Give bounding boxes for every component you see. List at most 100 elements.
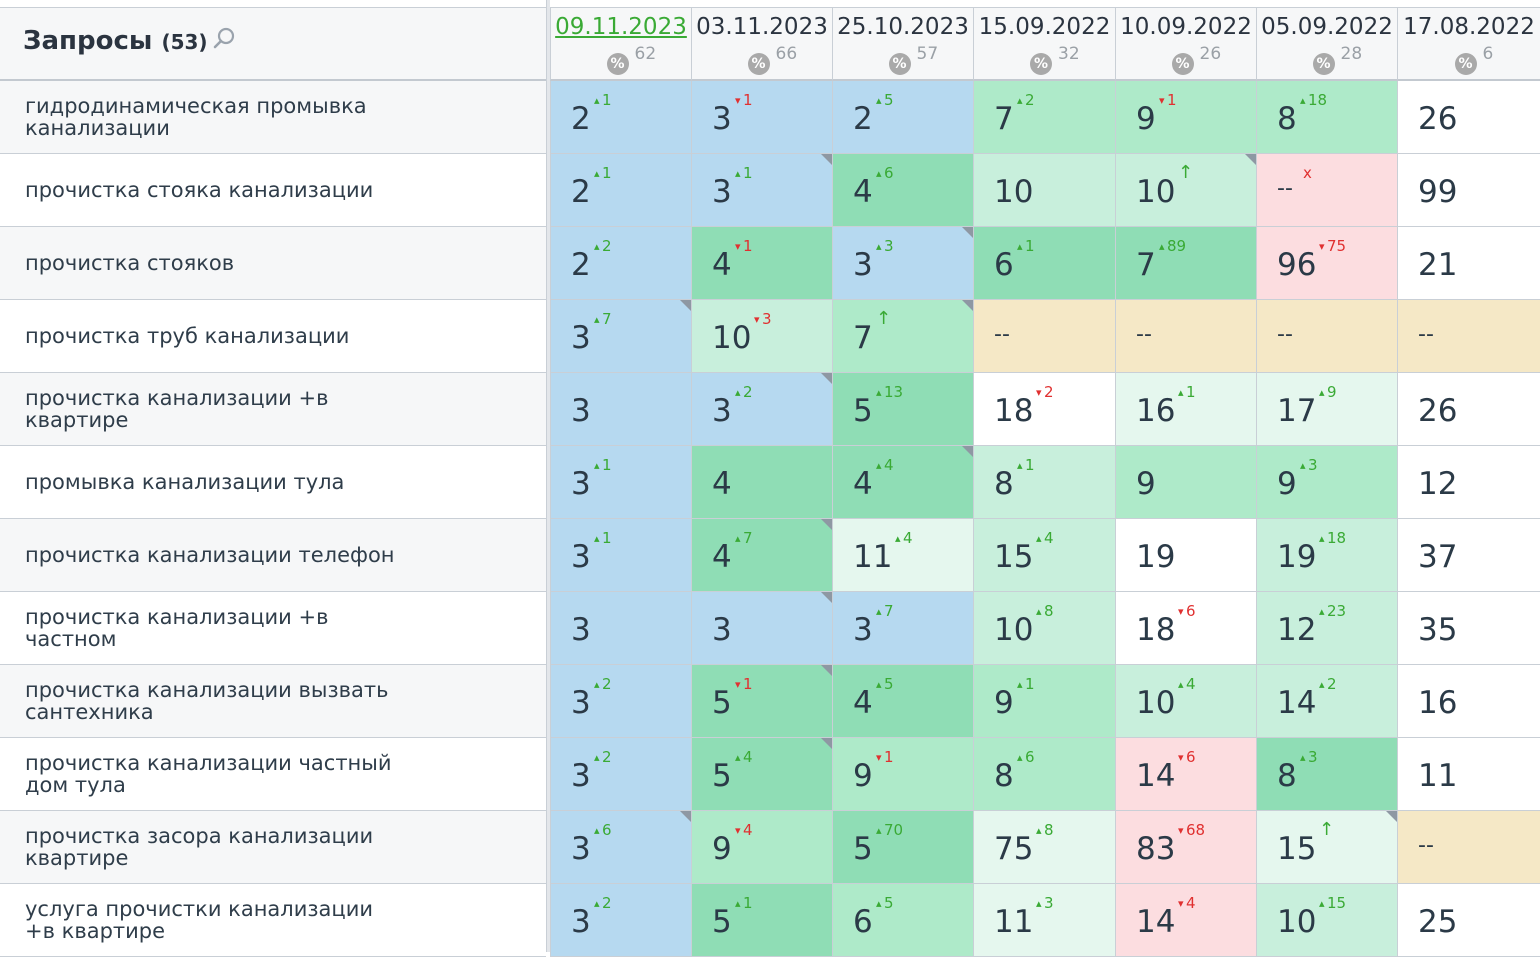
query-row[interactable]: прочистка засора канализации квартире [0, 811, 546, 884]
note-corner-icon[interactable] [962, 446, 973, 457]
query-row[interactable]: гидродинамическая промывка канализации [0, 81, 546, 154]
position-cell[interactable]: 4 ▴ 4 [832, 446, 973, 519]
note-corner-icon[interactable] [821, 738, 832, 749]
position-cell[interactable]: 18 ▾ 6 [1115, 592, 1256, 665]
note-corner-icon[interactable] [1245, 154, 1256, 165]
query-row[interactable]: прочистка канализации +в квартире [0, 373, 546, 446]
note-corner-icon[interactable] [680, 811, 691, 822]
position-cell[interactable]: 3 ▴ 1 [550, 519, 691, 592]
date-label[interactable]: 05.09.2022 [1257, 14, 1397, 40]
note-corner-icon[interactable] [680, 300, 691, 311]
position-cell[interactable]: 15 ▴ 4 [973, 519, 1115, 592]
position-cell[interactable]: 3 ▴ 7 [832, 592, 973, 665]
position-cell[interactable]: 3 ▴ 3 [832, 227, 973, 300]
position-cell[interactable]: -- [1115, 300, 1256, 373]
position-cell[interactable]: 10 ↑ [1115, 154, 1256, 227]
position-cell[interactable]: 3 [550, 592, 691, 665]
position-cell[interactable]: 3 ▴ 6 [550, 811, 691, 884]
position-cell[interactable]: 19 ▴ 18 [1256, 519, 1397, 592]
position-cell[interactable]: 4 ▴ 6 [832, 154, 973, 227]
position-cell[interactable]: 11 [1397, 738, 1540, 811]
percent-icon[interactable]: % [1030, 53, 1052, 75]
position-cell[interactable]: 26 [1397, 81, 1540, 154]
position-cell[interactable]: 11 ▴ 4 [832, 519, 973, 592]
position-cell[interactable]: 26 [1397, 373, 1540, 446]
date-label[interactable]: 10.09.2022 [1116, 14, 1256, 40]
position-cell[interactable]: 10 ▴ 15 [1256, 884, 1397, 957]
position-cell[interactable]: 21 [1397, 227, 1540, 300]
query-row[interactable]: промывка канализации тула [0, 446, 546, 519]
position-cell[interactable]: 75 ▴ 8 [973, 811, 1115, 884]
percent-icon[interactable]: % [1454, 53, 1477, 75]
position-cell[interactable]: 4 ▾ 1 [691, 227, 832, 300]
position-cell[interactable]: 2 ▴ 2 [550, 227, 691, 300]
position-cell[interactable]: 5 ▴ 70 [832, 811, 973, 884]
note-corner-icon[interactable] [821, 154, 832, 165]
position-cell[interactable]: 9 ▴ 3 [1256, 446, 1397, 519]
position-cell[interactable]: 3 ▴ 2 [550, 665, 691, 738]
position-cell[interactable]: 2 ▴ 5 [832, 81, 973, 154]
position-cell[interactable]: 8 ▴ 6 [973, 738, 1115, 811]
position-cell[interactable]: 25 [1397, 884, 1540, 957]
percent-icon[interactable]: % [1171, 53, 1194, 75]
position-cell[interactable]: 19 [1115, 519, 1256, 592]
position-cell[interactable]: 7 ↑ [832, 300, 973, 373]
position-cell[interactable]: 96 ▾ 75 [1256, 227, 1397, 300]
note-corner-icon[interactable] [821, 665, 832, 676]
position-cell[interactable]: 14 ▴ 2 [1256, 665, 1397, 738]
position-cell[interactable]: 14 ▾ 6 [1115, 738, 1256, 811]
position-cell[interactable]: 7 ▴ 89 [1115, 227, 1256, 300]
position-cell[interactable]: 3 ▴ 2 [550, 884, 691, 957]
position-cell[interactable]: 8 ▴ 18 [1256, 81, 1397, 154]
position-cell[interactable]: 8 ▴ 1 [973, 446, 1115, 519]
position-cell[interactable]: 2 ▴ 1 [550, 81, 691, 154]
note-corner-icon[interactable] [962, 300, 973, 311]
position-cell[interactable]: -- [1397, 811, 1540, 884]
position-cell[interactable]: 37 [1397, 519, 1540, 592]
query-row[interactable]: прочистка канализации вызвать сантехника [0, 665, 546, 738]
position-cell[interactable]: 3 ▴ 2 [550, 738, 691, 811]
query-row[interactable]: прочистка канализации телефон [0, 519, 546, 592]
position-cell[interactable]: 83 ▾ 68 [1115, 811, 1256, 884]
position-cell[interactable]: 3 ▴ 1 [550, 446, 691, 519]
date-label[interactable]: 09.11.2023 [551, 14, 691, 40]
position-cell[interactable]: 10 ▴ 4 [1115, 665, 1256, 738]
position-cell[interactable]: 11 ▴ 3 [973, 884, 1115, 957]
percent-icon[interactable]: % [606, 53, 629, 75]
position-cell[interactable]: -- [1397, 300, 1540, 373]
query-row[interactable]: прочистка канализации +в частном [0, 592, 546, 665]
note-corner-icon[interactable] [821, 519, 832, 530]
percent-icon[interactable]: % [1312, 53, 1335, 75]
note-corner-icon[interactable] [821, 592, 832, 603]
position-cell[interactable]: 18 ▾ 2 [973, 373, 1115, 446]
position-cell[interactable]: 8 ▴ 3 [1256, 738, 1397, 811]
query-row[interactable]: прочистка канализации частный дом тула [0, 738, 546, 811]
position-cell[interactable]: 9 ▴ 1 [973, 665, 1115, 738]
date-label[interactable]: 03.11.2023 [692, 14, 832, 40]
position-cell[interactable]: 17 ▴ 9 [1256, 373, 1397, 446]
position-cell[interactable]: 14 ▾ 4 [1115, 884, 1256, 957]
position-cell[interactable]: 15 ↑ [1256, 811, 1397, 884]
position-cell[interactable]: 3 ▴ 7 [550, 300, 691, 373]
position-cell[interactable]: 5 ▴ 4 [691, 738, 832, 811]
position-cell[interactable]: 4 ▴ 5 [832, 665, 973, 738]
position-cell[interactable]: 3 ▴ 2 [691, 373, 832, 446]
position-cell[interactable]: 7 ▴ 2 [973, 81, 1115, 154]
position-cell[interactable]: -- [973, 300, 1115, 373]
query-row[interactable]: прочистка труб канализации [0, 300, 546, 373]
position-cell[interactable]: 2 ▴ 1 [550, 154, 691, 227]
position-cell[interactable]: 4 ▴ 7 [691, 519, 832, 592]
date-label[interactable]: 17.08.2022 [1398, 14, 1540, 40]
position-cell[interactable]: 16 ▴ 1 [1115, 373, 1256, 446]
position-cell[interactable]: 9 [1115, 446, 1256, 519]
note-corner-icon[interactable] [821, 373, 832, 384]
note-corner-icon[interactable] [1386, 811, 1397, 822]
position-cell[interactable]: 5 ▴ 13 [832, 373, 973, 446]
position-cell[interactable]: 16 [1397, 665, 1540, 738]
position-cell[interactable]: 99 [1397, 154, 1540, 227]
search-icon[interactable] [212, 26, 236, 50]
query-row[interactable]: прочистка стояков [0, 227, 546, 300]
position-cell[interactable]: 10 ▾ 3 [691, 300, 832, 373]
query-row[interactable]: услуга прочистки канализации +в квартире [0, 884, 546, 957]
position-cell[interactable]: 3 ▾ 1 [691, 81, 832, 154]
